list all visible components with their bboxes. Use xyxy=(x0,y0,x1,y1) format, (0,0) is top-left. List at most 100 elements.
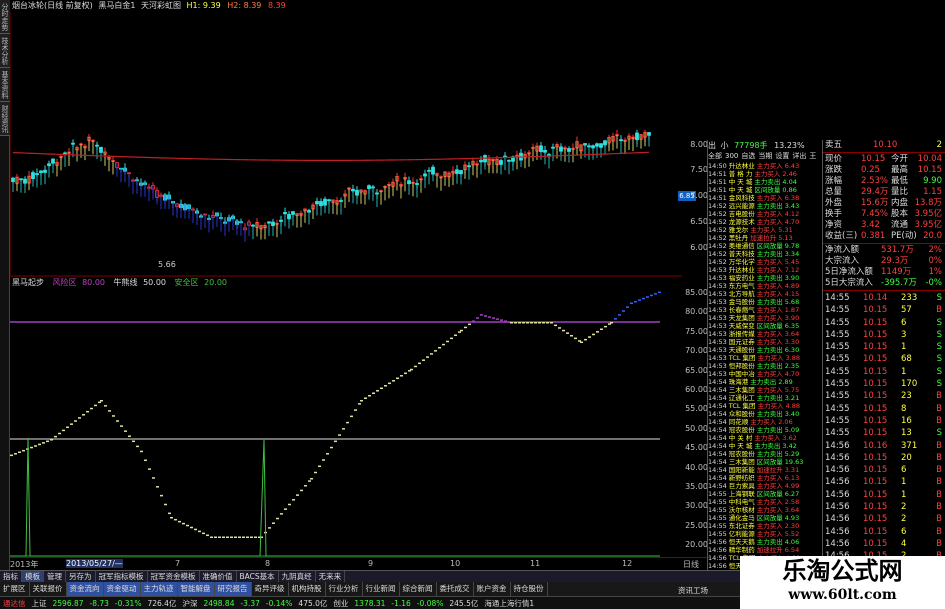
tick-side: B xyxy=(936,391,942,402)
extension-tab[interactable]: 行业新闻 xyxy=(363,582,400,596)
trade-value: 2.58 xyxy=(784,498,800,506)
indicator-dot xyxy=(578,340,581,342)
extension-tab[interactable]: 资金流向 xyxy=(66,582,104,596)
trade-row: 14:54 珠海港 主力卖出 2.89 xyxy=(708,378,822,386)
status-item: 1378.31 xyxy=(354,599,386,608)
tick-price: 10.15 xyxy=(863,526,888,537)
trade-type: 主力买入 xyxy=(757,402,784,410)
extension-tab[interactable]: 主力轨迹 xyxy=(140,582,178,596)
tick-row: 14:55 10.15 1 S xyxy=(823,341,945,353)
tick-price: 10.15 xyxy=(863,366,888,377)
tick-side: B xyxy=(936,440,942,451)
indicator-dot xyxy=(230,536,233,538)
extension-tab[interactable]: 奇异评级 xyxy=(252,582,289,596)
indicator-dot xyxy=(254,536,257,538)
side-label[interactable]: 资讯工场 xyxy=(678,585,708,596)
trades-tab[interactable]: 设置 xyxy=(775,152,789,160)
quote-label: 内盘 xyxy=(891,198,909,208)
status-item: -3.37 xyxy=(240,599,260,608)
trades-pct: 13.23% xyxy=(774,141,805,150)
trades-tab[interactable]: 自选 xyxy=(741,152,755,160)
tick-price: 10.15 xyxy=(863,354,888,365)
tick-side: B xyxy=(936,403,942,414)
price-tick: 6.00 xyxy=(690,243,708,252)
indicator-dot xyxy=(404,372,407,375)
extension-tab[interactable]: 智能解盘 xyxy=(177,582,215,596)
indicator-dot xyxy=(50,439,53,441)
tick-side: B xyxy=(936,452,942,463)
extension-tab[interactable]: 扩展区 xyxy=(0,582,30,596)
extension-tab[interactable]: 机构持股 xyxy=(289,582,326,596)
trade-row: 14:53 东方电气 主力买入 4.89 xyxy=(708,282,822,290)
quote-row: 现价 10.15 今开 10.04 xyxy=(823,154,945,165)
tick-side: B xyxy=(936,538,942,549)
left-tab-1[interactable]: 技术分析 xyxy=(0,34,10,68)
indicator-chart[interactable] xyxy=(10,288,682,558)
extension-tab[interactable]: 账户资金 xyxy=(474,582,511,596)
h1-value: H1: 9.39 xyxy=(186,1,221,10)
trade-value: 3.64 xyxy=(784,506,800,514)
indicator-dot xyxy=(480,314,483,316)
indicator-dot xyxy=(464,326,467,329)
indicator-title: 黑马起步 xyxy=(12,278,44,287)
trade-time: 14:52 xyxy=(708,258,727,266)
chart-info-line: 烟台冰轮(日线 前复权) 黑马白金1 天河彩虹图 H1: 9.39 H2: 8.… xyxy=(12,0,672,12)
trades-tab[interactable]: 王 xyxy=(809,152,816,160)
tick-price: 10.15 xyxy=(863,502,888,513)
quote-value: 29.4万 xyxy=(861,187,889,197)
trade-stock: 东方电气 xyxy=(728,282,755,290)
trade-type: 主力买入 xyxy=(756,218,783,226)
indicator-dot xyxy=(310,478,313,480)
extension-tab[interactable]: 资金驱动 xyxy=(103,582,141,596)
date-label: 2013/05/27/— xyxy=(66,559,123,568)
left-tab-2[interactable]: 基本资料 xyxy=(0,68,10,102)
indicator-tick: 80.00 xyxy=(685,307,708,317)
left-tab-0[interactable]: 分时走势 xyxy=(0,0,10,34)
indicator-dot xyxy=(194,528,197,531)
extension-tab[interactable]: 研究报告 xyxy=(214,582,252,596)
trade-time: 14:53 xyxy=(708,266,727,274)
trades-tab[interactable]: 300 xyxy=(725,152,738,160)
trades-tab[interactable]: 当期 xyxy=(758,152,772,160)
date-label: 2013年 xyxy=(10,560,39,569)
trade-type: 主力买入 xyxy=(756,530,783,538)
trade-type: 区间放量 xyxy=(756,242,783,250)
trade-stock: TCL 集团 xyxy=(728,354,756,362)
trade-type: 主力买入 xyxy=(756,370,783,378)
tick-side: S xyxy=(936,329,942,340)
indicator-dot xyxy=(70,423,73,425)
extension-tab[interactable]: 持仓股份 xyxy=(511,582,548,596)
flow-row: 大宗流入 29.3万 0% xyxy=(823,256,945,267)
price-chart[interactable]: 5.66 xyxy=(10,12,682,277)
trade-time: 14:52 xyxy=(708,226,727,234)
extension-tab[interactable]: 行业分析 xyxy=(326,582,363,596)
left-tab-3[interactable]: 财经资讯 xyxy=(0,102,10,136)
extension-tab[interactable]: 关联报价 xyxy=(30,582,67,596)
trade-time: 14:51 xyxy=(708,170,727,178)
indicator-dot xyxy=(550,322,553,324)
status-item: 海通上海行情1 xyxy=(484,599,535,608)
status-item: 上证 xyxy=(31,599,47,608)
trade-stock: 金马股份 xyxy=(728,298,755,306)
indicator-dot xyxy=(46,440,49,443)
trade-value: 5.09 xyxy=(784,426,800,434)
indicator-tick: 70.00 xyxy=(685,346,708,356)
indicator-dot xyxy=(554,324,557,327)
indicator-dot xyxy=(242,536,245,538)
trade-type: 主力买入 xyxy=(756,266,783,274)
tick-row: 14:56 10.15 4 B xyxy=(823,538,945,550)
trade-type: 加速拉升 xyxy=(750,234,777,242)
trades-tab[interactable]: 全部 xyxy=(708,152,722,160)
tick-price: 10.15 xyxy=(863,428,888,439)
extension-tab[interactable]: 委托成交 xyxy=(437,582,474,596)
signal-spikes xyxy=(10,437,660,557)
extension-tab[interactable]: 综合新闻 xyxy=(400,582,437,596)
trade-time: 14:53 xyxy=(708,274,727,282)
indicator-tick: 20.00 xyxy=(685,540,708,550)
indicator-dot xyxy=(206,534,209,537)
tick-row: 14:55 10.15 23 B xyxy=(823,390,945,402)
trades-tab[interactable]: 详出 xyxy=(792,152,806,160)
indicator-dot xyxy=(384,385,387,387)
trade-type: 主力买入 xyxy=(756,162,783,170)
trade-stock: 恒天天鹅 xyxy=(728,538,755,546)
